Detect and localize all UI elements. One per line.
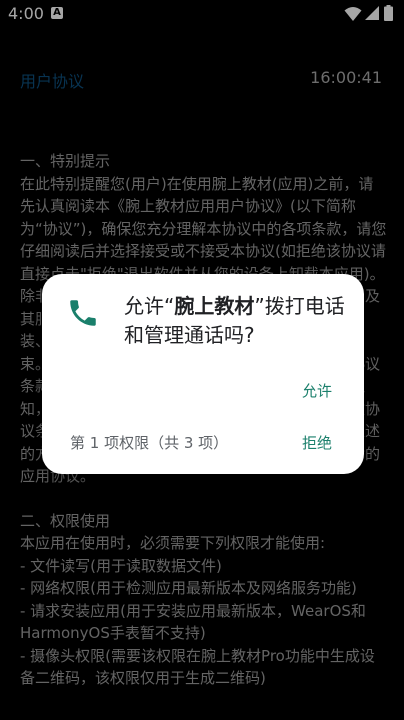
- dialog-message: 允许“腕上教材”拨打电话和管理通话吗?: [124, 292, 346, 350]
- dialog-app-name: 腕上教材: [174, 294, 255, 318]
- permission-dialog: 允许“腕上教材”拨打电话和管理通话吗? 允许 第 1 项权限（共 3 项） 拒绝: [42, 274, 364, 474]
- dialog-message-prefix: 允许“: [124, 294, 175, 318]
- permission-counter: 第 1 项权限（共 3 项）: [70, 434, 229, 452]
- phone-icon: [70, 300, 96, 326]
- deny-button[interactable]: 拒绝: [300, 430, 334, 455]
- allow-button[interactable]: 允许: [300, 378, 334, 403]
- screen: 4:00 A 用户协议 16:00:41 一、特别提示 在此特别提醒您(用户)在…: [0, 0, 404, 720]
